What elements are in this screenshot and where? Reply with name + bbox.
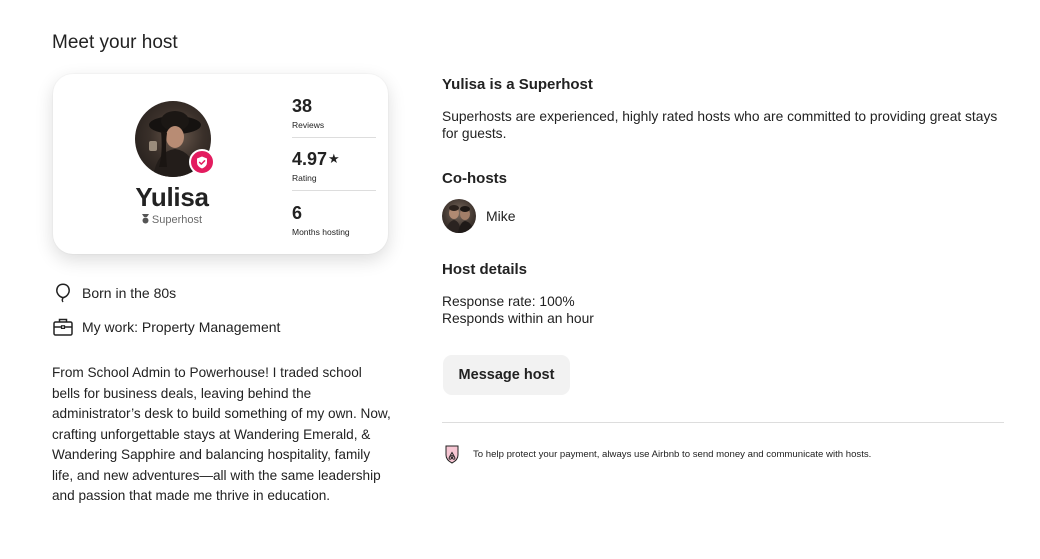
message-host-button[interactable]: Message host <box>443 355 570 395</box>
cohost-avatar <box>442 199 476 233</box>
stat-months-hosting: 6 Months hosting <box>292 203 376 237</box>
fact-work: My work: Property Management <box>52 316 280 338</box>
payment-protection-text: To help protect your payment, always use… <box>473 448 872 460</box>
stat-divider <box>292 137 376 138</box>
fact-born-text: Born in the 80s <box>82 285 177 301</box>
stat-months-value: 6 <box>292 203 303 223</box>
host-avatar-wrapper <box>135 101 215 177</box>
cohost-item[interactable]: Mike <box>442 199 516 233</box>
page-title: Meet your host <box>52 32 178 53</box>
shield-airbnb-icon <box>443 444 461 464</box>
host-details-heading: Host details <box>442 261 528 278</box>
stat-rating-label: Rating <box>292 173 317 183</box>
stat-reviews-value: 38 <box>292 96 313 116</box>
star-icon: ★ <box>328 151 340 166</box>
stat-rating-value-row: 4.97★ <box>292 149 376 169</box>
host-role: Superhost <box>53 214 291 227</box>
fact-work-text: My work: Property Management <box>82 319 281 335</box>
host-role-label: Superhost <box>151 214 203 226</box>
section-divider <box>442 422 1004 423</box>
verified-shield-icon <box>189 149 215 175</box>
superhost-medal-icon <box>141 214 149 227</box>
stat-months-label: Months hosting <box>292 227 350 237</box>
superhost-heading: Yulisa is a Superhost <box>442 76 593 93</box>
host-name: Yulisa <box>135 182 209 212</box>
briefcase-icon <box>52 316 74 338</box>
stat-rating: 4.97★ Rating <box>292 149 376 183</box>
stat-reviews: 38 Reviews <box>292 96 376 130</box>
stat-divider <box>292 190 376 191</box>
cohosts-heading: Co-hosts <box>442 170 507 187</box>
host-profile-card[interactable]: Yulisa Superhost 38 Reviews 4.97★ Rating… <box>53 74 388 254</box>
stat-reviews-label: Reviews <box>292 120 325 130</box>
host-bio: From School Admin to Powerhouse! I trade… <box>52 365 391 503</box>
fact-born: Born in the 80s <box>52 282 176 304</box>
response-rate: Response rate: 100% <box>442 294 575 309</box>
response-time: Responds within an hour <box>442 311 594 326</box>
superhost-description: Superhosts are experienced, highly rated… <box>442 109 998 141</box>
cohost-name: Mike <box>486 208 516 224</box>
payment-protection-notice: To help protect your payment, always use… <box>443 444 871 464</box>
balloon-icon <box>52 282 74 304</box>
stat-rating-value: 4.97 <box>292 149 328 169</box>
